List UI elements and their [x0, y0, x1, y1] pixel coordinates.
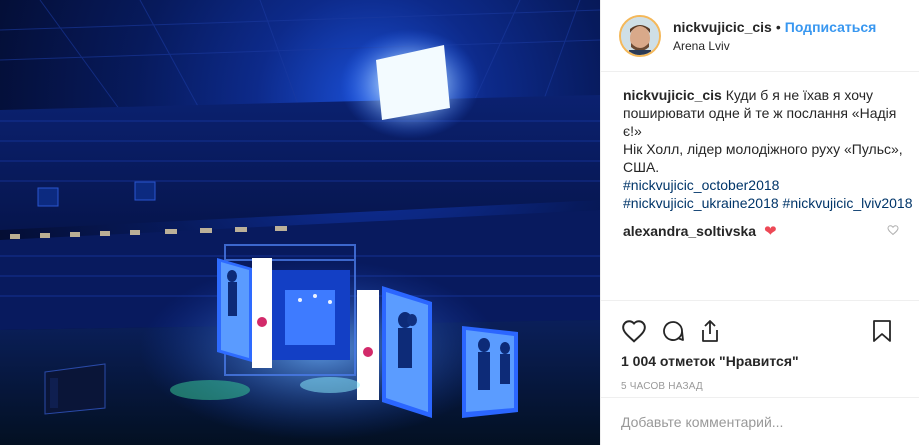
header-text: nickvujicic_cis • Подписаться Arena Lviv: [673, 19, 876, 53]
separator-dot: •: [775, 18, 781, 35]
heart-emoji-icon: ❤: [763, 223, 777, 240]
comments-area: nickvujicic_cis Куди б я не їхав я хочу …: [601, 72, 919, 240]
username-link[interactable]: nickvujicic_cis: [673, 19, 772, 35]
post-header: nickvujicic_cis • Подписаться Arena Lviv: [601, 0, 919, 72]
comment-row: alexandra_soltivska ❤: [623, 222, 903, 240]
caption-author[interactable]: nickvujicic_cis: [623, 87, 722, 103]
header-line: nickvujicic_cis • Подписаться: [673, 19, 876, 35]
hashtag-link[interactable]: #nickvujicic_october2018: [623, 177, 779, 193]
share-icon[interactable]: [699, 319, 721, 343]
comment-like-icon[interactable]: [887, 224, 899, 239]
profile-photo-icon: [621, 16, 659, 55]
bookmark-icon[interactable]: [872, 319, 892, 343]
avatar[interactable]: [619, 14, 661, 57]
post-photo[interactable]: [0, 0, 600, 445]
comment-author[interactable]: alexandra_soltivska: [623, 223, 756, 239]
follow-button[interactable]: Подписаться: [785, 19, 877, 35]
actions-bar: 1 004 отметок "Нравится" 5 часов назад: [601, 300, 919, 392]
heart-icon[interactable]: [621, 319, 647, 343]
hashtag-link[interactable]: #nickvujicic_ukraine2018: [623, 195, 779, 211]
stadium-concert-image: [0, 0, 600, 445]
comment-input[interactable]: [621, 413, 901, 430]
post-timestamp[interactable]: 5 часов назад: [621, 381, 906, 392]
instagram-post: nickvujicic_cis • Подписаться Arena Lviv…: [0, 0, 919, 445]
caption: nickvujicic_cis Куди б я не їхав я хочу …: [623, 86, 913, 212]
location-link[interactable]: Arena Lviv: [673, 39, 876, 53]
post-sidebar: nickvujicic_cis • Подписаться Arena Lviv…: [600, 0, 919, 445]
caption-text-2: Нік Холл, лідер молодіжного руху «Пульс»…: [623, 141, 903, 175]
hashtag-link[interactable]: #nickvujicic_lviv2018: [783, 195, 913, 211]
action-icons: [621, 311, 906, 351]
comment-icon[interactable]: [661, 319, 685, 343]
add-comment-bar: [601, 397, 919, 445]
comment-content: alexandra_soltivska ❤: [623, 222, 777, 240]
likes-count[interactable]: 1 004 отметок "Нравится": [621, 353, 906, 369]
